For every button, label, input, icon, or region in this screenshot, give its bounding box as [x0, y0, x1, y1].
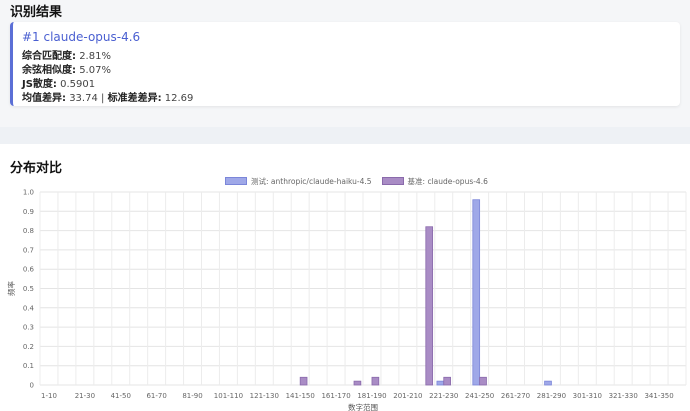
- x-tick-label: 61-70: [146, 392, 166, 400]
- x-tick-label: 1-10: [41, 392, 57, 400]
- x-tick-label: 341-350: [644, 392, 673, 400]
- bar: [425, 226, 434, 386]
- bar: [479, 376, 487, 386]
- y-tick-label: 0.7: [23, 246, 34, 254]
- y-tick-label: 0: [30, 382, 34, 390]
- x-tick-label: 181-190: [357, 392, 386, 400]
- y-tick-label: 0.8: [23, 227, 34, 235]
- bar: [353, 380, 362, 386]
- x-axis-title: 数字范围: [348, 402, 378, 411]
- y-axis-title: 频率: [6, 281, 16, 296]
- x-tick-label: 321-330: [609, 392, 638, 400]
- y-tick-label: 0.6: [23, 266, 35, 274]
- x-tick-label: 141-150: [286, 392, 315, 400]
- y-tick-label: 0.5: [23, 285, 34, 293]
- x-tick-label: 241-250: [465, 392, 494, 400]
- x-tick-label: 161-170: [321, 392, 350, 400]
- y-tick-label: 1.0: [23, 189, 34, 197]
- x-tick-label: 121-130: [250, 392, 279, 400]
- bar: [299, 376, 308, 386]
- x-tick-label: 221-230: [429, 392, 458, 400]
- x-tick-label: 201-210: [393, 392, 422, 400]
- x-tick-label: 81-90: [182, 392, 202, 400]
- bar: [443, 376, 451, 386]
- bar: [371, 376, 380, 386]
- y-tick-label: 0.3: [23, 324, 34, 332]
- x-tick-label: 101-110: [214, 392, 243, 400]
- x-tick-label: 261-270: [501, 392, 530, 400]
- distribution-chart: 0 0.1 0.2 0.3 0.4 0.5 0.6 0.7 0.8 0.9 1.0 1-10 21-30…: [6, 189, 687, 411]
- bar: [436, 380, 445, 386]
- y-tick-label: 0.1: [23, 362, 34, 370]
- bar: [544, 380, 552, 386]
- bar: [472, 199, 481, 386]
- y-tick-label: 0.4: [23, 304, 35, 312]
- y-tick-label: 0.2: [23, 343, 34, 351]
- x-tick-label: 281-290: [537, 392, 566, 400]
- x-tick-label: 301-310: [573, 392, 602, 400]
- y-tick-label: 0.9: [23, 208, 34, 216]
- x-tick-label: 21-30: [75, 392, 95, 400]
- x-tick-label: 41-50: [111, 392, 131, 400]
